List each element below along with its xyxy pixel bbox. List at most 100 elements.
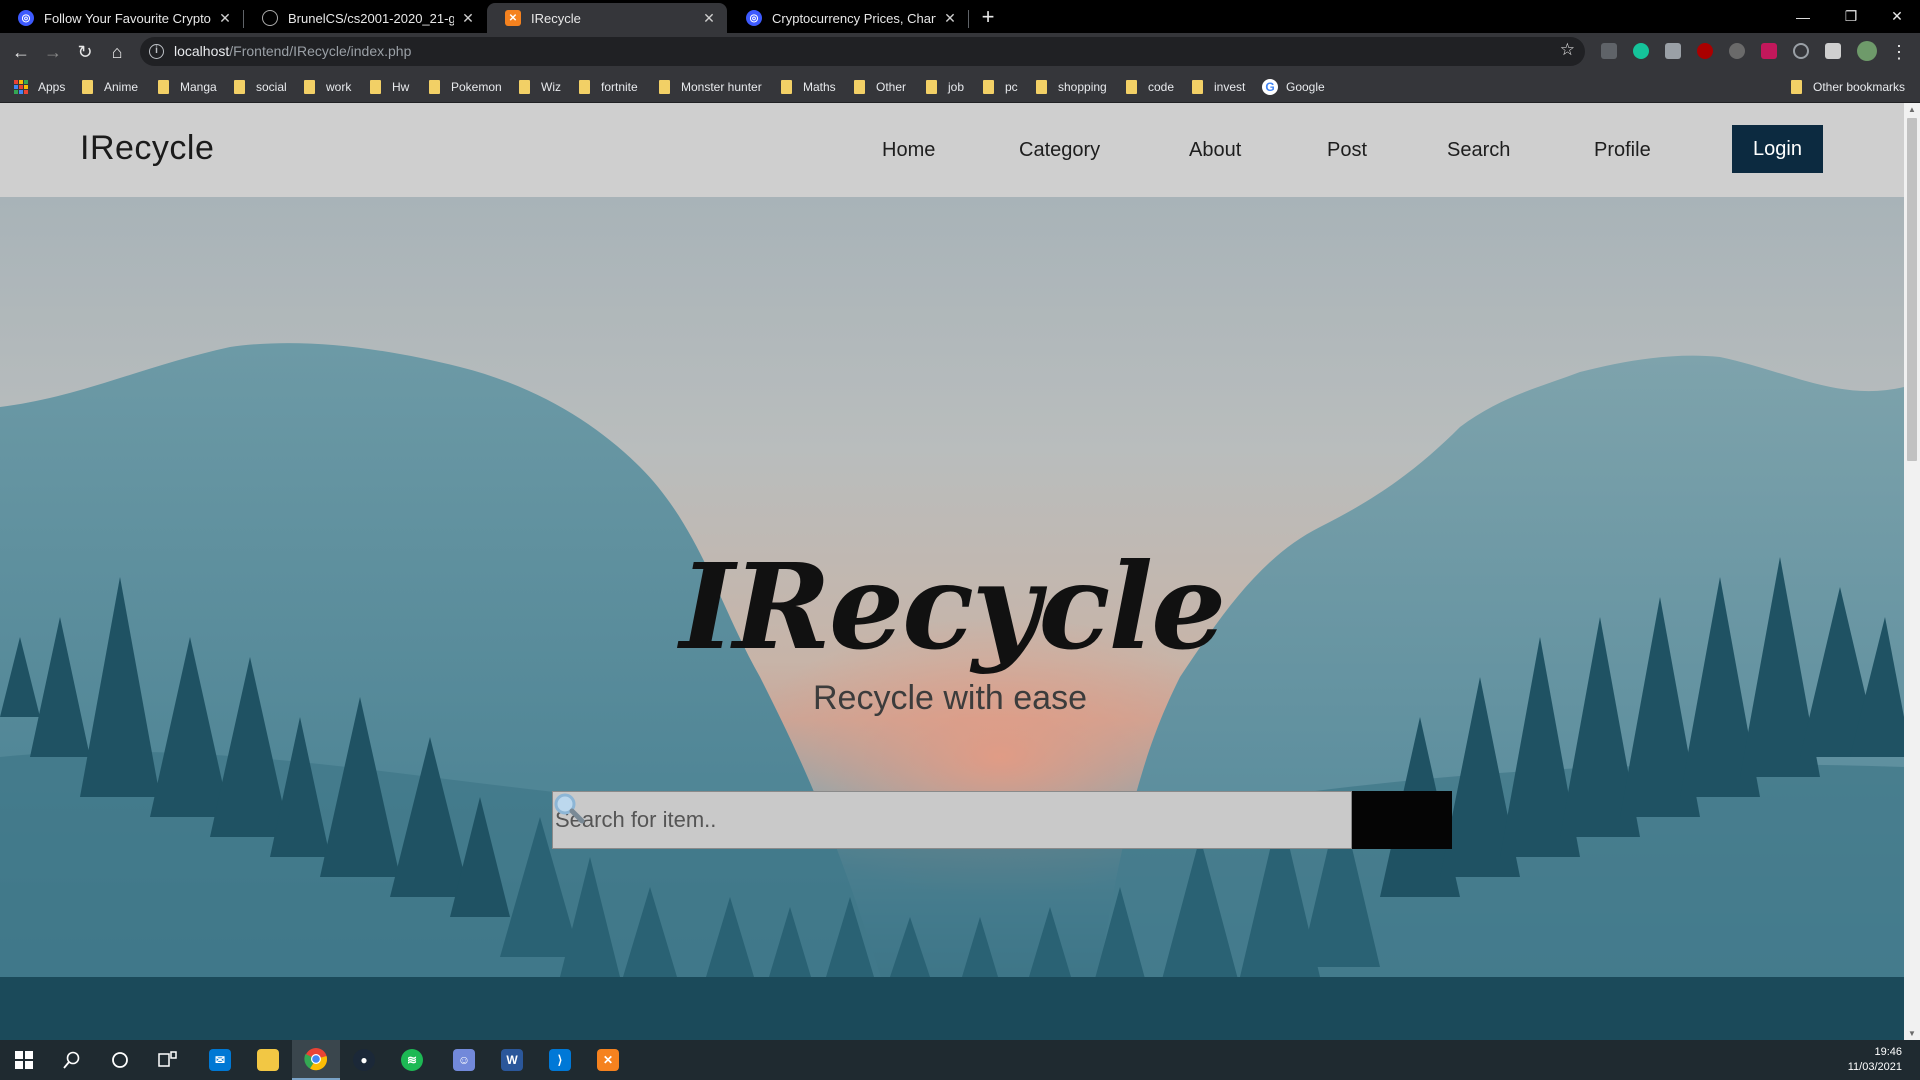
nav-post[interactable]: Post [1327,139,1367,162]
bookmark-apps[interactable]: Apps [14,78,65,96]
taskbar-app[interactable]: ☺ [440,1040,488,1080]
taskbar-app[interactable]: ✉ [196,1040,244,1080]
other-bookmarks[interactable]: Other bookmarks [1791,78,1905,96]
bookmark-folder[interactable]: social [234,78,287,96]
grammarly-icon[interactable] [1633,43,1649,59]
mail-icon: ✉ [209,1049,231,1071]
ublock-icon[interactable] [1697,43,1713,59]
window-close-icon[interactable]: ✕ [1874,0,1920,33]
bookmark-folder[interactable]: Maths [781,78,836,96]
bookmark-folder[interactable]: work [304,78,351,96]
bookmark-google[interactable]: G Google [1262,78,1325,96]
info-icon[interactable]: i [149,44,164,59]
check-circle-icon[interactable] [1793,43,1809,59]
bookmark-folder[interactable]: shopping [1036,78,1107,96]
page-viewport: IRecycle Recycle with ease IRecycle Home… [0,103,1904,1040]
bookmark-star-icon[interactable]: ☆ [1560,40,1575,60]
search-input[interactable] [552,791,1352,849]
scrollbar-thumb[interactable] [1907,118,1917,461]
taskbar-app[interactable]: ⟩ [536,1040,584,1080]
bookmark-label: Wiz [541,80,561,94]
forward-icon[interactable]: → [40,39,66,65]
nav-search[interactable]: Search [1447,139,1510,162]
bookmark-label: work [326,80,352,94]
magnifier-icon [554,793,585,824]
bookmark-label: shopping [1058,80,1107,94]
bookmark-label: Apps [38,80,66,94]
bookmark-folder[interactable]: Wiz [519,78,561,96]
tab-title: Follow Your Favourite Cryptocurr [44,10,211,26]
reload-icon[interactable]: ↻ [72,39,98,65]
bookmark-folder[interactable]: Anime [82,78,138,96]
menu-icon[interactable]: ⋮ [1886,39,1912,65]
browser-tab-active[interactable]: ✕ IRecycle ✕ [487,3,727,33]
page-scrollbar[interactable]: ▲ ▼ [1904,103,1920,1040]
nav-category[interactable]: Category [1019,139,1100,162]
bookmark-folder[interactable]: Monster hunter [659,78,762,96]
new-tab-button[interactable]: + [975,5,1001,31]
avatar[interactable] [1857,41,1877,61]
taskbar-app[interactable]: ≋ [388,1040,436,1080]
extension-icon[interactable] [1761,43,1777,59]
browser-tab[interactable]: ◎ Follow Your Favourite Cryptocurr ✕ [0,3,243,33]
nav-profile[interactable]: Profile [1594,139,1651,162]
extension-icon[interactable] [1665,43,1681,59]
clock-date: 11/03/2021 [1847,1061,1902,1073]
taskbar-app[interactable] [244,1040,292,1080]
close-icon[interactable]: ✕ [217,10,233,27]
login-button[interactable]: Login [1732,125,1823,173]
folder-icon [983,80,994,94]
gear-icon[interactable] [1729,43,1745,59]
folder-icon [926,80,937,94]
extension-icon[interactable] [1601,43,1617,59]
task-view-icon [158,1051,177,1067]
restore-icon[interactable]: ❐ [1828,0,1874,33]
task-view-button[interactable] [144,1040,192,1080]
home-icon[interactable]: ⌂ [104,39,130,65]
nav-about[interactable]: About [1189,139,1241,162]
taskbar-app-active[interactable] [292,1040,340,1080]
bookmark-folder[interactable]: job [926,78,964,96]
browser-tab[interactable]: BrunelCS/cs2001-2020_21-group ✕ [244,3,486,33]
taskbar-app[interactable]: ✕ [584,1040,632,1080]
back-icon[interactable]: ← [8,39,34,65]
search-button[interactable] [554,791,1452,849]
close-icon[interactable]: ✕ [942,10,958,27]
scroll-up-icon[interactable]: ▲ [1908,105,1916,114]
scroll-down-icon[interactable]: ▼ [1908,1029,1916,1038]
minimize-icon[interactable]: — [1780,0,1826,33]
search-taskbar-button[interactable] [48,1040,96,1080]
bookmark-folder[interactable]: Hw [370,78,409,96]
windows-taskbar: ✉ ● ≋ ☺ W ⟩ ✕ 19:46 11/03/2021 [0,1040,1920,1080]
folder-icon [659,80,670,94]
nav-home[interactable]: Home [882,139,935,162]
taskbar-app[interactable]: ● [340,1040,388,1080]
steam-icon: ● [353,1049,375,1071]
bookmark-label: social [256,80,287,94]
github-icon [262,10,278,26]
bookmark-folder[interactable]: code [1126,78,1174,96]
bookmark-folder[interactable]: Other [854,78,906,96]
coin-icon: ◎ [746,10,762,26]
bookmark-label: Other [876,80,907,94]
bookmark-folder[interactable]: Manga [158,78,217,96]
xampp-icon: ✕ [505,10,521,26]
bookmark-folder[interactable]: fortnite [579,78,638,96]
address-bar[interactable]: i localhost/Frontend/IRecycle/index.php … [140,37,1585,66]
close-icon[interactable]: ✕ [701,10,717,27]
site-logo[interactable]: IRecycle [80,129,214,168]
start-button[interactable] [0,1040,48,1080]
close-icon[interactable]: ✕ [460,10,476,27]
taskbar-app[interactable]: W [488,1040,536,1080]
bookmark-folder[interactable]: Pokemon [429,78,502,96]
tab-strip: ◎ Follow Your Favourite Cryptocurr ✕ Bru… [0,0,1920,33]
puzzle-icon[interactable] [1825,43,1841,59]
folder-icon [82,80,93,94]
browser-tab[interactable]: ◎ Cryptocurrency Prices, Charts An ✕ [728,3,968,33]
folder-icon [1791,80,1802,94]
bookmark-folder[interactable]: invest [1192,78,1245,96]
system-clock[interactable]: 19:46 11/03/2021 [1848,1045,1902,1075]
cortana-button[interactable] [96,1040,144,1080]
bookmark-label: Monster hunter [681,80,762,94]
bookmark-folder[interactable]: pc [983,78,1018,96]
